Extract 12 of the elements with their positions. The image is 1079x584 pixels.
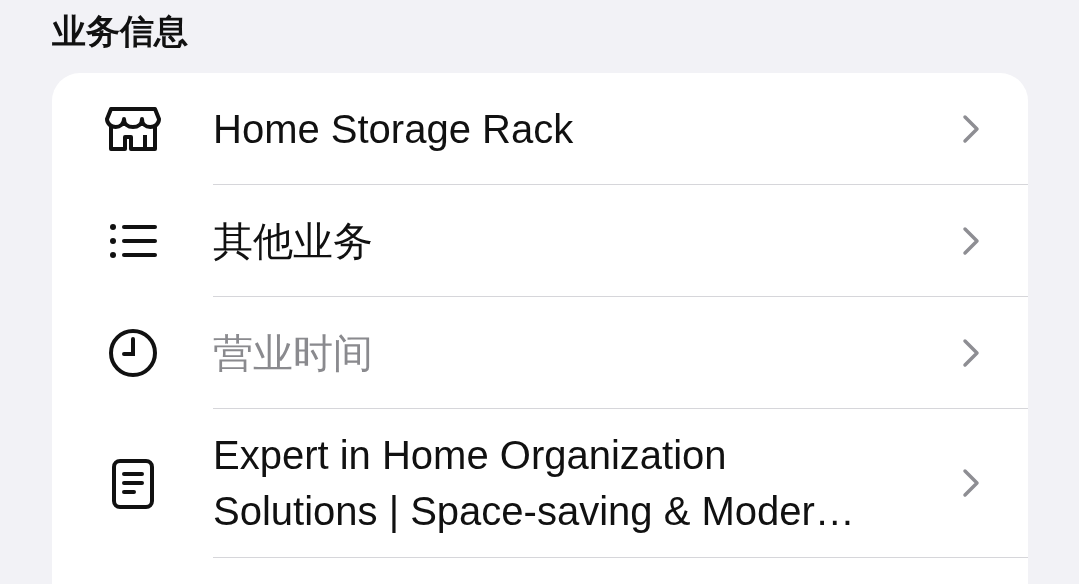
list-item[interactable]: Home Storage Rack: [213, 73, 1028, 185]
chevron-icon: [962, 468, 980, 498]
clock-icon: [107, 328, 158, 378]
chevron-icon: [962, 225, 980, 256]
chevron-icon: [962, 113, 980, 144]
chevron-icon: [962, 337, 980, 368]
list-item[interactable]: Expert in Home Organization Solutions | Space-saving & Moder…: [213, 409, 1028, 558]
list-item[interactable]: 其他业务: [213, 185, 1028, 297]
document-icon: [111, 458, 154, 509]
section-title: 业务信息: [52, 11, 189, 52]
store-icon: [104, 105, 161, 153]
list-icon: [108, 223, 157, 259]
